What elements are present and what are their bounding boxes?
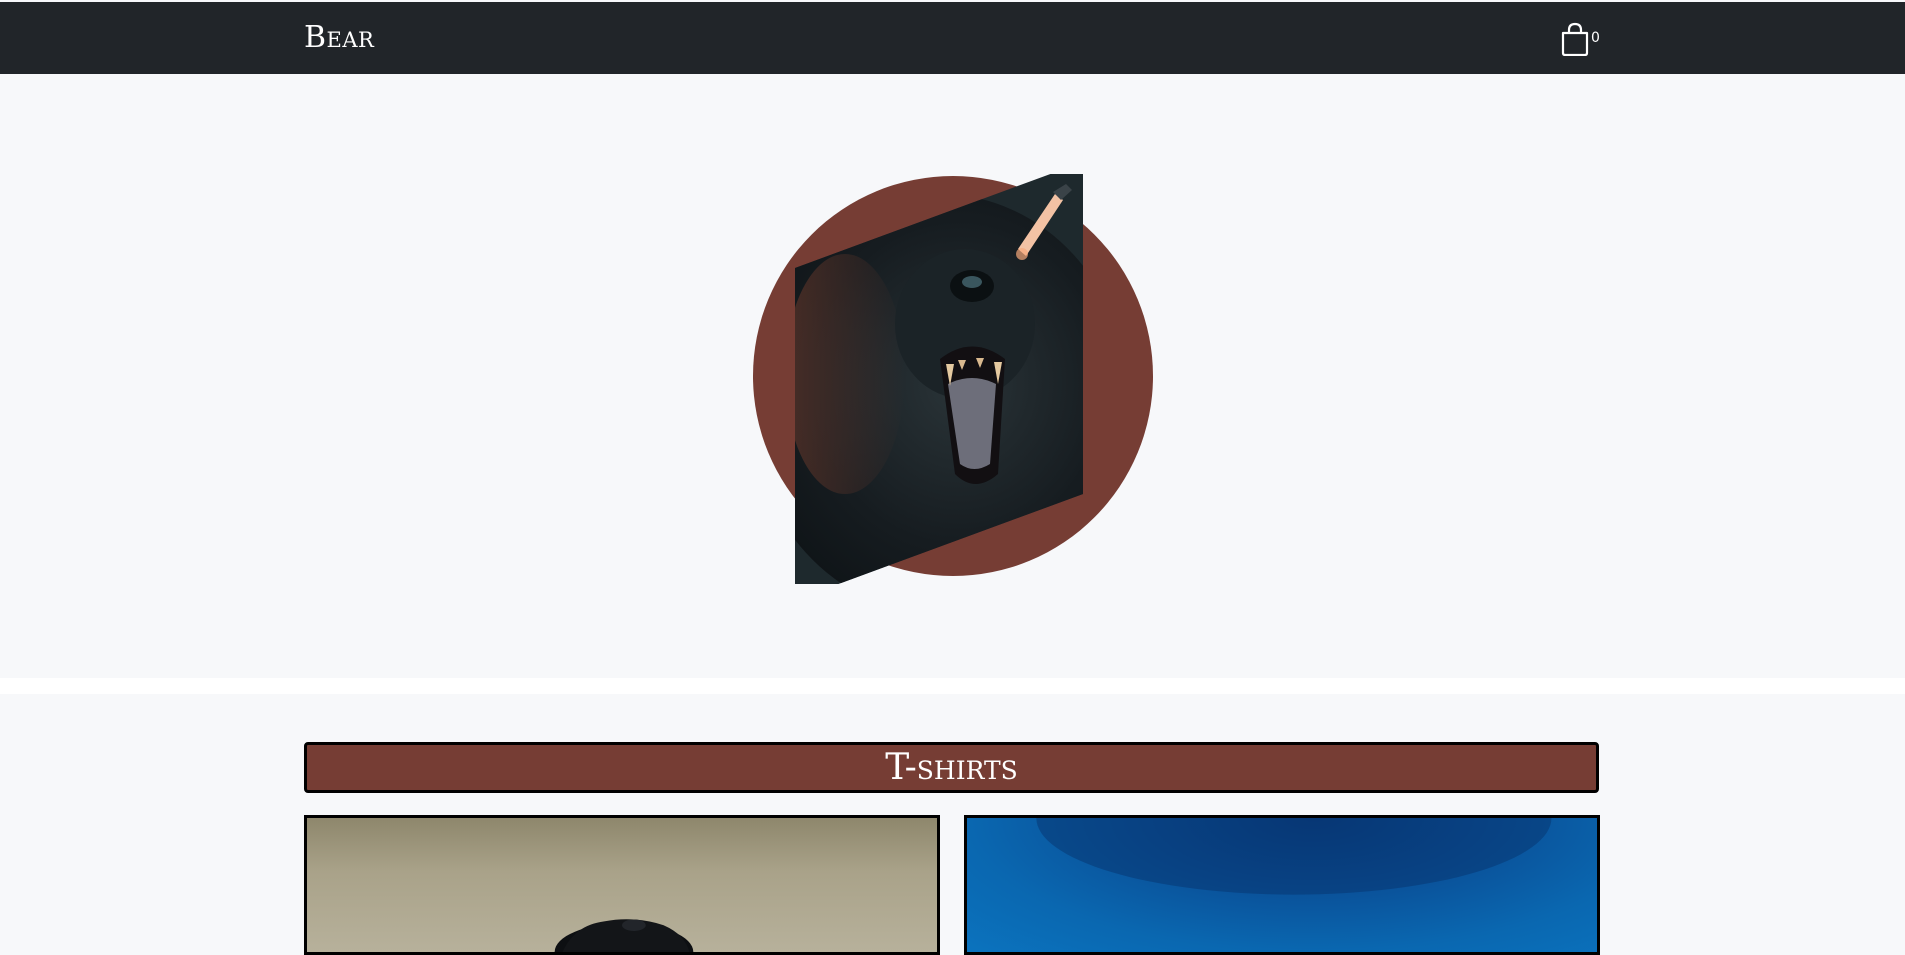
cart-button[interactable]: 0 <box>1560 22 1604 56</box>
products-section: T-shirts <box>0 694 1905 955</box>
hero-bear-image <box>753 174 1153 584</box>
shopping-bag-icon <box>1561 22 1589 56</box>
product-image <box>1036 818 1552 895</box>
navbar: Bear 0 <box>0 2 1905 74</box>
section-header-banner: T-shirts <box>304 742 1599 793</box>
cart-count-badge: 0 <box>1591 30 1600 46</box>
brand-logo-link[interactable]: Bear <box>304 20 374 55</box>
product-card[interactable] <box>964 815 1600 955</box>
product-card[interactable] <box>304 815 940 955</box>
hero-section <box>0 74 1905 678</box>
section-title: T-shirts <box>885 747 1018 788</box>
section-divider <box>0 678 1905 694</box>
product-image <box>554 919 694 952</box>
